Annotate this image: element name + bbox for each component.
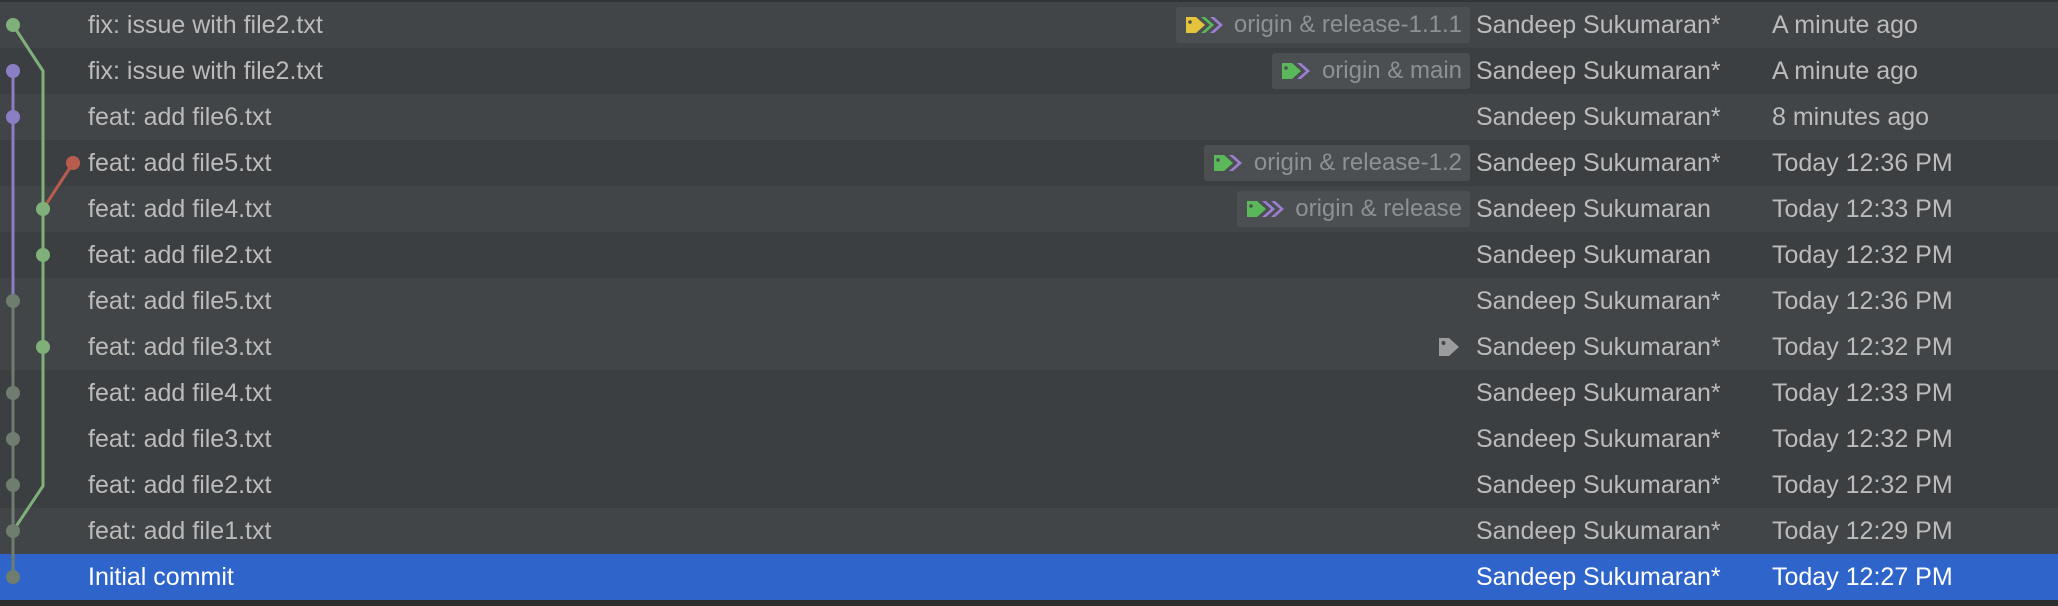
commit-author: Sandeep Sukumaran*: [1476, 57, 1721, 85]
commit-author: Sandeep Sukumaran*: [1476, 103, 1721, 131]
commit-author: Sandeep Sukumaran: [1476, 241, 1711, 269]
commit-author: Sandeep Sukumaran*: [1476, 563, 1721, 591]
refs-label: origin & release: [1295, 195, 1462, 222]
commit-date: Today 12:32 PM: [1772, 471, 1953, 499]
commit-message: feat: add file2.txt: [88, 471, 272, 499]
table-row-selected[interactable]: Initial commit Sandeep Sukumaran* Today …: [0, 554, 2058, 600]
commit-date: A minute ago: [1772, 57, 1918, 85]
commit-date: Today 12:32 PM: [1772, 241, 1953, 269]
branch-refs: origin & release-1.1.1: [1175, 7, 1470, 43]
table-row[interactable]: feat: add file4.txt origin & release San…: [0, 186, 2058, 232]
commit-message: feat: add file5.txt: [88, 149, 272, 177]
commit-message: fix: issue with file2.txt: [88, 11, 323, 39]
refs-label: origin & release-1.1.1: [1233, 11, 1462, 38]
refs-label: origin & main: [1321, 57, 1462, 84]
branch-refs: origin & release-1.2: [1203, 145, 1470, 181]
git-log-table: fix: issue with file2.txt origin & relea…: [0, 0, 2058, 606]
branch-tags-icon: [1245, 198, 1289, 220]
tag-icon: [1428, 329, 1470, 365]
commit-date: Today 12:33 PM: [1772, 195, 1953, 223]
commit-author: Sandeep Sukumaran*: [1476, 333, 1721, 361]
commit-message: feat: add file4.txt: [88, 195, 272, 223]
commit-date: Today 12:36 PM: [1772, 287, 1953, 315]
table-row[interactable]: feat: add file5.txt origin & release-1.2…: [0, 140, 2058, 186]
table-row[interactable]: feat: add file5.txt Sandeep Sukumaran* T…: [0, 278, 2058, 324]
branch-tags-icon: [1212, 152, 1248, 174]
commit-author: Sandeep Sukumaran: [1476, 195, 1711, 223]
commit-date: Today 12:32 PM: [1772, 333, 1953, 361]
branch-refs: origin & release: [1237, 191, 1470, 227]
commit-date: Today 12:32 PM: [1772, 425, 1953, 453]
table-row[interactable]: feat: add file4.txt Sandeep Sukumaran* T…: [0, 370, 2058, 416]
commit-date: Today 12:27 PM: [1772, 563, 1953, 591]
commit-author: Sandeep Sukumaran*: [1476, 11, 1721, 39]
commit-author: Sandeep Sukumaran*: [1476, 425, 1721, 453]
table-row[interactable]: feat: add file3.txt Sandeep Sukumaran* T…: [0, 416, 2058, 462]
table-row[interactable]: fix: issue with file2.txt origin & relea…: [0, 2, 2058, 48]
table-row[interactable]: feat: add file1.txt Sandeep Sukumaran* T…: [0, 508, 2058, 554]
commit-date: A minute ago: [1772, 11, 1918, 39]
branch-tags-icon: [1184, 14, 1228, 36]
commit-message: feat: add file6.txt: [88, 103, 272, 131]
commit-author: Sandeep Sukumaran*: [1476, 517, 1721, 545]
commit-author: Sandeep Sukumaran*: [1476, 287, 1721, 315]
commit-date: 8 minutes ago: [1772, 103, 1930, 131]
commit-author: Sandeep Sukumaran*: [1476, 379, 1721, 407]
commit-message: feat: add file1.txt: [88, 517, 272, 545]
table-row[interactable]: feat: add file3.txt Sandeep Sukumaran* T…: [0, 324, 2058, 370]
commit-message: feat: add file2.txt: [88, 241, 272, 269]
commit-message: feat: add file4.txt: [88, 379, 272, 407]
commit-date: Today 12:29 PM: [1772, 517, 1953, 545]
branch-refs: origin & main: [1271, 53, 1470, 89]
commit-author: Sandeep Sukumaran*: [1476, 471, 1721, 499]
table-row[interactable]: feat: add file2.txt Sandeep Sukumaran To…: [0, 232, 2058, 278]
table-bottom-edge: [0, 600, 2058, 606]
commit-message: Initial commit: [88, 563, 234, 591]
table-row[interactable]: fix: issue with file2.txt origin & main …: [0, 48, 2058, 94]
commit-date: Today 12:36 PM: [1772, 149, 1953, 177]
refs-label: origin & release-1.2: [1253, 149, 1462, 176]
commit-message: feat: add file3.txt: [88, 425, 272, 453]
commit-date: Today 12:33 PM: [1772, 379, 1953, 407]
commit-message: feat: add file3.txt: [88, 333, 272, 361]
branch-tags-icon: [1280, 60, 1316, 82]
commit-author: Sandeep Sukumaran*: [1476, 149, 1721, 177]
commit-message: feat: add file5.txt: [88, 287, 272, 315]
table-row[interactable]: feat: add file6.txt Sandeep Sukumaran* 8…: [0, 94, 2058, 140]
commit-message: fix: issue with file2.txt: [88, 57, 323, 85]
table-row[interactable]: feat: add file2.txt Sandeep Sukumaran* T…: [0, 462, 2058, 508]
